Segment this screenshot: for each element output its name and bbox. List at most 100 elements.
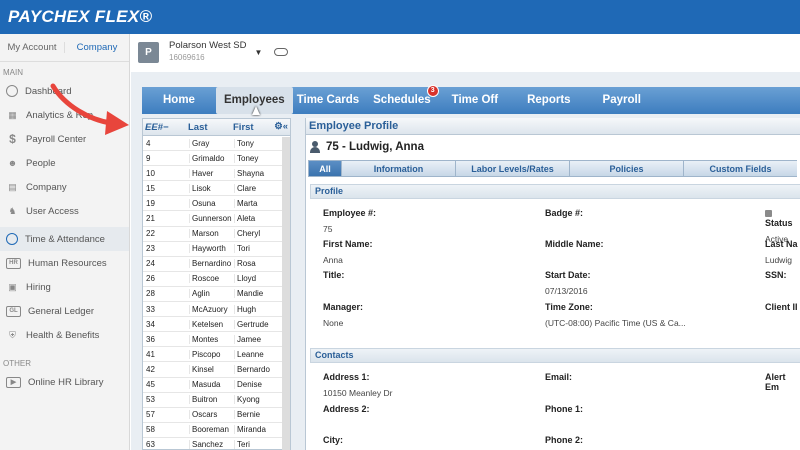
table-row[interactable]: 21 Gunnerson Aleta	[143, 211, 290, 227]
field-label: Middle Name:	[545, 239, 604, 249]
cell-last-name: Haver	[189, 168, 234, 178]
profile-section-header[interactable]: Profile	[310, 184, 800, 199]
hiring-icon: ▣	[8, 281, 17, 292]
cell-last-name: Gray	[189, 138, 234, 148]
sidebar-item-general-ledger[interactable]: GL General Ledger	[0, 299, 129, 323]
field-client-id: Client II	[765, 302, 798, 312]
cell-first-name: Tony	[234, 138, 282, 148]
caret-down-icon[interactable]: ▼	[254, 48, 262, 57]
cell-last-name: Montes	[189, 334, 234, 344]
contacts-section-header[interactable]: Contacts	[310, 348, 800, 363]
sidebar-item-label: General Ledger	[28, 305, 95, 317]
table-row[interactable]: 26 Roscoe Lloyd	[143, 272, 290, 287]
tab-policies[interactable]: Policies	[569, 160, 683, 177]
nav-time-cards[interactable]: Time Cards	[297, 87, 359, 114]
cell-last-name: Lisok	[189, 183, 234, 193]
table-row[interactable]: 23 Hayworth Tori	[143, 242, 290, 257]
sidebar-item-user-access[interactable]: ♞ User Access	[0, 199, 129, 223]
table-row[interactable]: 42 Kinsel Bernardo	[143, 362, 290, 378]
field-value: Anna	[323, 255, 343, 265]
paychex-flex-logo[interactable]: PAYCHEX FLEX®	[8, 7, 152, 27]
field-value: 07/13/2016	[545, 286, 588, 296]
company-selector[interactable]: P Polarson West SD 16069616 ▼	[138, 40, 289, 64]
field-value: 75	[323, 224, 333, 234]
column-header-first[interactable]: First	[233, 122, 278, 133]
section-other-label: OTHER	[3, 359, 31, 368]
cell-ee-number: 41	[146, 349, 155, 359]
field-label: Phone 1:	[545, 404, 584, 414]
table-row[interactable]: 19 Osuna Marta	[143, 196, 290, 212]
table-row[interactable]: 45 Masuda Denise	[143, 378, 290, 393]
cell-ee-number: 22	[146, 229, 155, 239]
nav-time-off[interactable]: Time Off	[452, 87, 498, 114]
table-row[interactable]: 24 Bernardino Rosa	[143, 257, 290, 272]
field-label: Alert Em	[765, 372, 786, 392]
field-phone-1: Phone 1:	[545, 404, 583, 414]
tab-company[interactable]: Company	[64, 42, 129, 53]
field-label: Status	[765, 218, 793, 228]
tab-all[interactable]: All	[308, 160, 341, 177]
mouse-cursor-icon	[252, 106, 260, 115]
table-row[interactable]: 36 Montes Jamee	[143, 332, 290, 348]
cell-first-name: Lloyd	[234, 274, 282, 284]
cell-first-name: Teri	[234, 440, 282, 450]
sidebar-item-hiring[interactable]: ▣ Hiring	[0, 275, 129, 299]
table-row[interactable]: 4 Gray Tony	[143, 136, 290, 152]
nav-home[interactable]: Home	[163, 87, 195, 114]
table-row[interactable]: 15 Lisok Clare	[143, 181, 290, 197]
table-row[interactable]: 41 Piscopo Leanne	[143, 347, 290, 363]
table-row[interactable]: 33 McAzuory Hugh	[143, 302, 290, 318]
cell-last-name: Gunnerson	[189, 214, 234, 224]
field-phone-2: Phone 2:	[545, 435, 583, 445]
sidebar-item-human-resources[interactable]: HR Human Resources	[0, 251, 129, 275]
nav-schedules[interactable]: Schedules 3	[373, 85, 439, 114]
sidebar-item-label: Company	[26, 181, 67, 193]
tab-information[interactable]: Information	[341, 160, 455, 177]
link-icon[interactable]	[274, 48, 289, 56]
field-label: Title:	[323, 270, 345, 280]
cell-first-name: Gertrude	[234, 319, 282, 329]
sidebar-item-health-benefits[interactable]: ⛨ Health & Benefits	[0, 323, 129, 347]
collapse-panel-icon[interactable]: ⚙«	[274, 121, 288, 132]
table-row[interactable]: 63 Sanchez Teri	[143, 438, 290, 450]
table-row[interactable]: 10 Haver Shayna	[143, 166, 290, 182]
table-row[interactable]: 58 Booreman Miranda	[143, 423, 290, 438]
table-row[interactable]: 28 Aglin Mandie	[143, 287, 290, 303]
company-id: 16069616	[169, 53, 205, 62]
table-row[interactable]: 53 Buitron Kyong	[143, 393, 290, 408]
cell-last-name: Ketelsen	[189, 319, 234, 329]
notification-badge: 3	[426, 85, 439, 97]
field-label-status: Status	[765, 208, 800, 228]
tab-my-account[interactable]: My Account	[0, 42, 64, 53]
table-row[interactable]: 22 Marson Cheryl	[143, 227, 290, 242]
nav-reports[interactable]: Reports	[527, 87, 570, 114]
sidebar-item-online-hr-library[interactable]: ▶ Online HR Library	[0, 370, 129, 394]
cell-ee-number: 21	[146, 214, 155, 224]
cell-first-name: Jamee	[234, 334, 282, 344]
field-label: Phone 2:	[545, 435, 584, 445]
table-row[interactable]: 9 Grimaldo Toney	[143, 151, 290, 167]
sidebar-item-label: Human Resources	[28, 257, 107, 269]
field-manager: Manager: None	[323, 302, 363, 328]
profile-panel-title: Employee Profile	[306, 118, 800, 135]
sidebar-item-people[interactable]: ☻ People	[0, 151, 129, 175]
nav-payroll[interactable]: Payroll	[603, 87, 641, 114]
cell-last-name: Roscoe	[189, 274, 234, 284]
section-main-label: MAIN	[3, 68, 23, 77]
field-time-zone: Time Zone: (UTC-08:00) Pacific Time (US …	[545, 302, 686, 328]
cell-ee-number: 57	[146, 410, 155, 420]
cell-first-name: Denise	[234, 380, 282, 390]
column-header-ee-number[interactable]: EE#−	[143, 122, 188, 133]
cell-last-name: McAzuory	[189, 304, 234, 314]
sidebar-item-company[interactable]: ▤ Company	[0, 175, 129, 199]
employee-name: 75 - Ludwig, Anna	[326, 140, 424, 153]
table-row[interactable]: 34 Ketelsen Gertrude	[143, 317, 290, 333]
table-row[interactable]: 57 Oscars Bernie	[143, 408, 290, 423]
column-header-last[interactable]: Last	[188, 122, 233, 133]
cell-ee-number: 26	[146, 274, 155, 284]
field-employee-number: Employee #: 75	[323, 208, 376, 234]
tab-labor-levels-rates[interactable]: Labor Levels/Rates	[455, 160, 569, 177]
tab-custom-fields[interactable]: Custom Fields	[683, 160, 797, 177]
employee-list-scrollbar[interactable]	[282, 137, 290, 450]
sidebar-item-time-attendance[interactable]: Time & Attendance	[0, 227, 129, 251]
